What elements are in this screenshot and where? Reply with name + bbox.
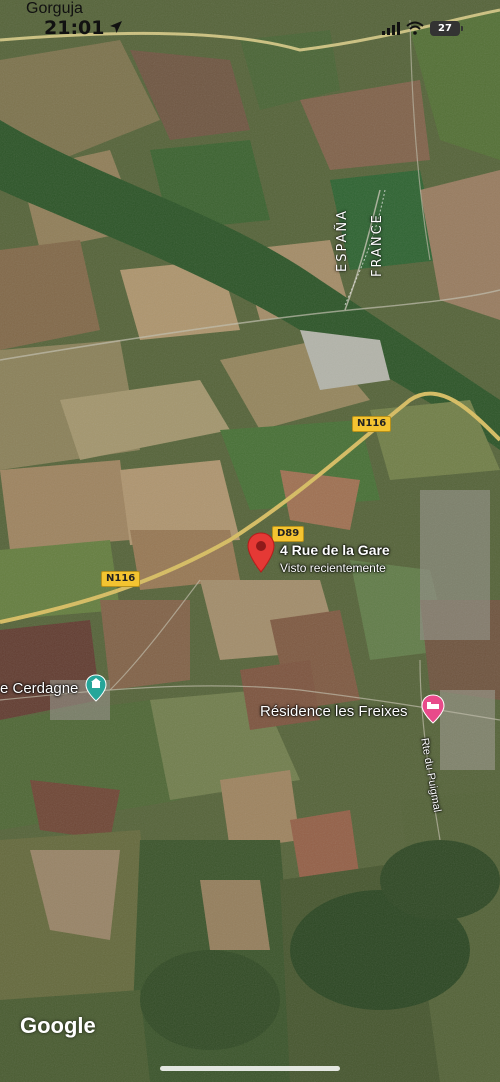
poi-label-freixes[interactable]: Résidence les Freixes — [260, 703, 408, 720]
battery-level: 27 — [438, 22, 452, 34]
road-badge-n116-west: N116 — [101, 571, 141, 587]
location-arrow-icon — [110, 21, 122, 33]
home-indicator[interactable] — [160, 1066, 340, 1071]
road-badge-n116-east: N116 — [352, 416, 392, 432]
hotel-icon[interactable] — [421, 694, 445, 724]
battery-icon: 27 — [430, 20, 463, 36]
poi-label-cerdagne[interactable]: e Cerdagne — [0, 680, 78, 697]
country-label-france: FRANCE — [370, 213, 385, 277]
signal-icon — [382, 22, 400, 35]
status-icons: 27 — [382, 19, 463, 37]
road-badge-d89: D89 — [272, 526, 305, 542]
poi-teal-icon[interactable] — [85, 674, 107, 702]
wifi-icon — [406, 21, 424, 35]
status-time: 21:01 — [44, 17, 105, 39]
google-logo: Google — [20, 1013, 96, 1038]
pin-sublabel: Visto recientemente — [280, 561, 386, 575]
country-label-spain: ESPAÑA — [335, 209, 350, 272]
pin-label[interactable]: 4 Rue de la Gare — [280, 542, 390, 558]
map-pin-icon[interactable] — [246, 532, 276, 574]
status-bar: Gorguja 21:01 27 — [0, 0, 500, 44]
status-place-label: Gorguja — [26, 0, 83, 17]
battery-tip — [461, 25, 463, 31]
